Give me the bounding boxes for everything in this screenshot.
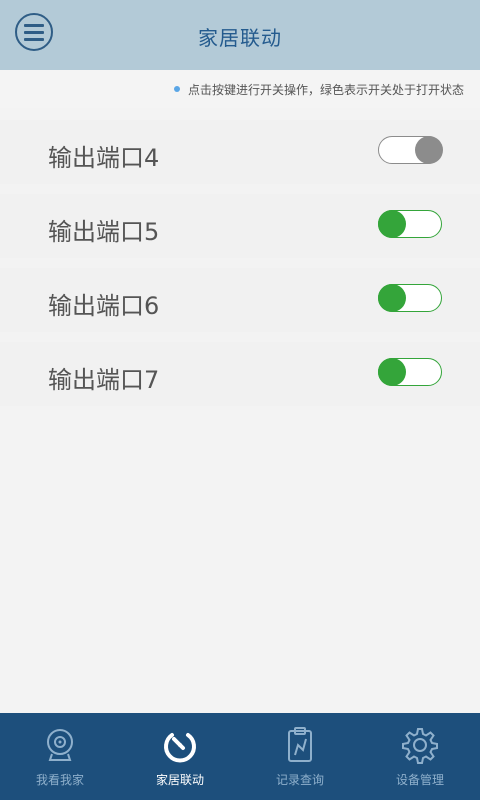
nav-label: 家居联动 <box>155 773 204 787</box>
toggle-knob <box>377 283 406 312</box>
port-row-6: 输出端口6 <box>0 268 480 332</box>
nav-label: 设备管理 <box>395 773 444 787</box>
nav-item-watch-home[interactable]: 我看我家 <box>0 713 120 800</box>
toggle-knob <box>377 209 406 238</box>
port-label: 输出端口6 <box>48 292 160 320</box>
gear-icon <box>402 728 438 764</box>
camera-icon <box>47 729 73 761</box>
nav-label: 我看我家 <box>35 773 84 787</box>
nav-item-record-query[interactable]: 记录查询 <box>240 713 360 800</box>
toggle-knob <box>414 135 443 164</box>
info-dot-icon <box>173 86 180 92</box>
page-title: 家居联动 <box>198 26 282 50</box>
linkage-icon <box>164 733 196 763</box>
nav-item-home-linkage[interactable]: 家居联动 <box>120 713 240 800</box>
port-row-5: 输出端口5 <box>0 194 480 258</box>
nav-item-device-management[interactable]: 设备管理 <box>360 713 480 800</box>
record-clipboard-icon <box>288 727 312 762</box>
hint-bar: 点击按键进行开关操作，绿色表示开关处于打开状态 <box>0 70 480 108</box>
port-row-7: 输出端口7 <box>0 342 480 406</box>
bottom-nav: 我看我家 家居联动 记录查询 设备管理 <box>0 713 480 800</box>
port-list: 输出端口4 输出端口5 输出端口6 输出端口7 <box>0 120 480 416</box>
app-header: 家居联动 <box>0 0 480 70</box>
port-toggle-5[interactable] <box>377 209 442 238</box>
port-row-4: 输出端口4 <box>0 120 480 184</box>
port-label: 输出端口5 <box>48 218 160 246</box>
port-label: 输出端口7 <box>48 366 160 394</box>
port-toggle-7[interactable] <box>377 357 442 386</box>
hint-text: 点击按键进行开关操作，绿色表示开关处于打开状态 <box>187 82 464 97</box>
port-toggle-4[interactable] <box>378 135 443 164</box>
nav-label: 记录查询 <box>275 773 324 787</box>
port-toggle-6[interactable] <box>377 283 442 312</box>
toggle-knob <box>377 357 406 386</box>
port-label: 输出端口4 <box>48 144 160 172</box>
